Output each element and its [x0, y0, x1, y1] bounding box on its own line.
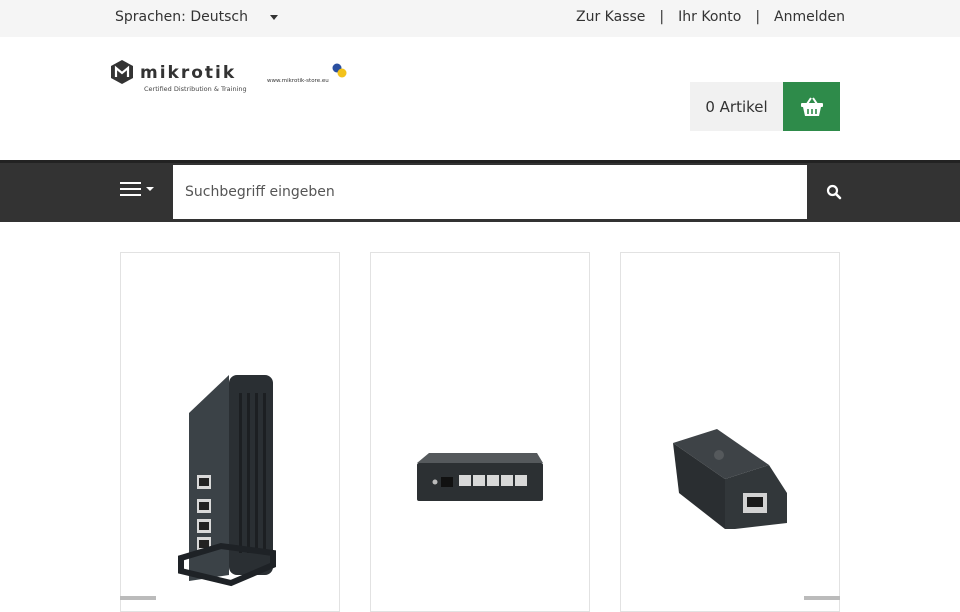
search-input[interactable]	[173, 165, 807, 219]
chevron-down-icon	[269, 14, 278, 20]
language-label: Sprachen: Deutsch	[115, 9, 248, 25]
desktop-switch-image	[417, 453, 543, 501]
login-link[interactable]: Anmelden	[774, 9, 845, 25]
cart-count[interactable]: 0 Artikel	[690, 82, 783, 131]
search-icon	[826, 184, 841, 200]
product-card[interactable]	[370, 252, 590, 612]
cart-button[interactable]	[783, 82, 840, 131]
logo-brand-text: mikrotik	[140, 63, 236, 83]
separator: |	[755, 9, 761, 25]
account-link[interactable]: Ihr Konto	[678, 9, 741, 25]
product-grid	[0, 222, 960, 612]
carousel-prev-button[interactable]	[120, 596, 156, 600]
checkout-link[interactable]: Zur Kasse	[576, 9, 645, 25]
language-selector[interactable]: Sprachen: Deutsch	[115, 9, 278, 25]
logo-store-url: www.mikrotik-store.eu	[267, 78, 329, 84]
tower-router-image	[178, 375, 276, 587]
hamburger-icon	[120, 182, 141, 196]
search-button[interactable]	[807, 165, 860, 219]
basket-icon	[800, 96, 823, 116]
product-card[interactable]	[620, 252, 840, 612]
cart-widget[interactable]: 0 Artikel	[690, 82, 840, 131]
poe-adapter-image	[673, 429, 787, 529]
logo-dot-yellow	[337, 68, 347, 78]
nav-bar	[0, 160, 960, 222]
top-links: Zur Kasse | Ihr Konto | Anmelden	[576, 9, 845, 25]
top-bar: Sprachen: Deutsch Zur Kasse | Ihr Konto …	[0, 0, 960, 37]
site-logo[interactable]: mikrotik Certified Distribution & Traini…	[110, 58, 350, 98]
logo-tagline: Certified Distribution & Training	[144, 85, 247, 93]
chevron-down-icon	[146, 187, 154, 191]
carousel-next-button[interactable]	[804, 596, 840, 600]
category-menu-button[interactable]	[120, 182, 154, 196]
separator: |	[659, 9, 665, 25]
product-card[interactable]	[120, 252, 340, 612]
